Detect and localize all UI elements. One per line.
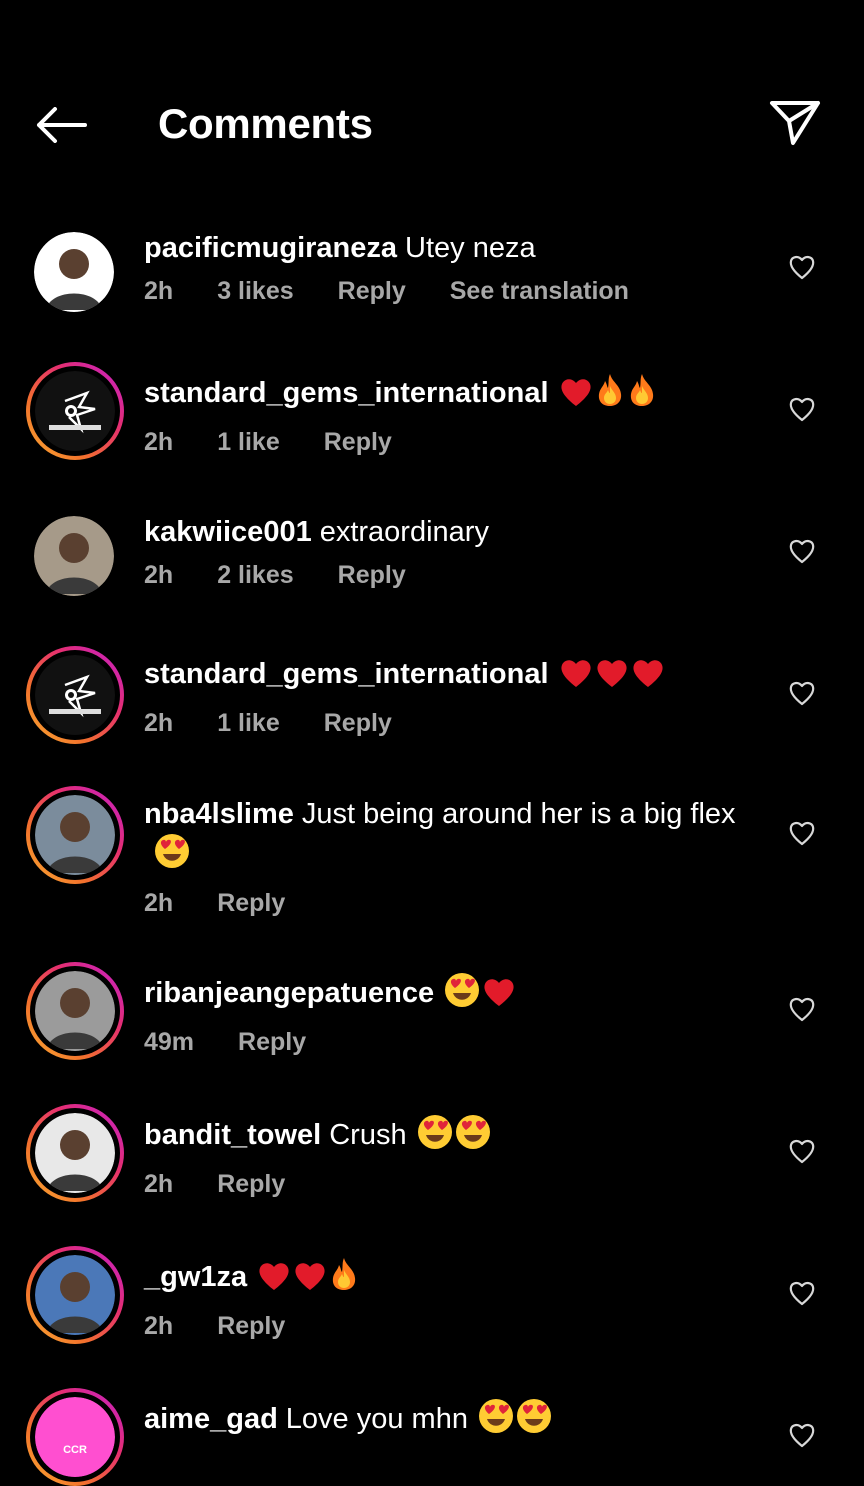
heart-emoji-icon <box>293 1260 327 1302</box>
comment-text: Love you mhn <box>285 1403 468 1435</box>
avatar[interactable] <box>34 516 114 596</box>
comment-text-line: _gw1za <box>144 1256 744 1302</box>
avatar[interactable]: CCR <box>26 1388 124 1486</box>
comment-username[interactable]: nba4lslime <box>144 798 294 830</box>
fire-emoji-icon <box>595 372 625 418</box>
avatar[interactable] <box>26 646 124 744</box>
comment-username[interactable]: pacificmugiraneza <box>144 232 397 264</box>
heart-emoji-icon <box>559 376 593 418</box>
comment-username[interactable]: _gw1za <box>144 1261 247 1293</box>
avatar[interactable] <box>34 232 114 312</box>
reply-button[interactable]: Reply <box>338 277 406 306</box>
avatar[interactable] <box>26 786 124 884</box>
comment-timestamp: 2h <box>144 1312 174 1340</box>
heart-eyes-emoji-icon <box>417 1114 453 1160</box>
like-heart-icon[interactable] <box>788 680 816 708</box>
fire-emoji-icon <box>329 1256 359 1302</box>
comment-meta: 2h 1 like Reply <box>144 709 744 738</box>
comment-timestamp: 2h <box>144 709 174 737</box>
comment-timestamp: 2h <box>144 1170 174 1198</box>
reply-button[interactable]: Reply <box>238 1028 306 1057</box>
fire-emoji-icon <box>627 372 657 418</box>
comment-username[interactable]: standard_gems_international <box>144 377 549 409</box>
reply-button[interactable]: Reply <box>324 428 392 457</box>
comment-username[interactable]: aime_gad <box>144 1403 278 1435</box>
like-heart-icon[interactable] <box>788 396 816 424</box>
like-heart-icon[interactable] <box>788 1138 816 1166</box>
comment-username[interactable]: kakwiice001 <box>144 516 312 548</box>
like-heart-icon[interactable] <box>788 254 816 282</box>
comment-username[interactable]: bandit_towel <box>144 1119 321 1151</box>
comment-body: aime_gad Love you mhn <box>144 1398 744 1444</box>
comment-body: nba4lslime Just being around her is a big… <box>144 796 744 918</box>
comment-meta: 2h 2 likes Reply <box>144 561 744 590</box>
avatar[interactable] <box>26 962 124 1060</box>
like-heart-icon[interactable] <box>788 820 816 848</box>
comment-text-line: pacificmugiraneza Utey neza <box>144 230 744 267</box>
comment-text-line: aime_gad Love you mhn <box>144 1398 744 1444</box>
comment-meta: 2h 1 like Reply <box>144 428 744 457</box>
comment-body: bandit_towel Crush 2h Reply <box>144 1114 744 1199</box>
comment-text: extraordinary <box>319 516 489 548</box>
comment-like-count[interactable]: 3 likes <box>217 277 293 306</box>
comment-body: ribanjeangepatuence 49m Reply <box>144 972 744 1057</box>
like-heart-icon[interactable] <box>788 1280 816 1308</box>
heart-eyes-emoji-icon <box>154 833 190 879</box>
comment-body: kakwiice001 extraordinary 2h 2 likes Reply <box>144 514 744 590</box>
comment-text-line: ribanjeangepatuence <box>144 972 744 1018</box>
comment-text: Just being around her is a big flex <box>301 798 736 830</box>
comment-body: standard_gems_international 2h 1 like Reply <box>144 372 744 457</box>
comment-like-count[interactable]: 1 like <box>217 428 280 457</box>
see-translation-link[interactable]: See translation <box>450 277 629 306</box>
like-heart-icon[interactable] <box>788 996 816 1024</box>
comment-text: Utey neza <box>405 232 536 264</box>
heart-emoji-icon <box>257 1260 291 1302</box>
comment-body: pacificmugiraneza Utey neza 2h 3 likes Reply… <box>144 230 744 306</box>
comment-timestamp: 49m <box>144 1028 195 1056</box>
comment-like-count[interactable]: 1 like <box>217 709 280 738</box>
comment-text-line: standard_gems_international <box>144 656 744 699</box>
comment-timestamp: 2h <box>144 277 174 305</box>
reply-button[interactable]: Reply <box>217 889 285 918</box>
heart-eyes-emoji-icon <box>478 1398 514 1444</box>
comment-text-line: standard_gems_international <box>144 372 744 418</box>
heart-eyes-emoji-icon <box>444 972 480 1018</box>
heart-emoji-icon <box>559 657 593 699</box>
like-heart-icon[interactable] <box>788 538 816 566</box>
comment-body: standard_gems_international 2h 1 like Reply <box>144 656 744 738</box>
comment-meta: 2h Reply <box>144 1312 744 1341</box>
comment-meta: 2h Reply <box>144 1170 744 1199</box>
comment-username[interactable]: ribanjeangepatuence <box>144 977 434 1009</box>
comment-text: Crush <box>329 1119 407 1151</box>
comment-timestamp: 2h <box>144 428 174 456</box>
heart-emoji-icon <box>631 657 665 699</box>
comment-text-line: kakwiice001 extraordinary <box>144 514 744 551</box>
heart-eyes-emoji-icon <box>455 1114 491 1160</box>
comment-meta: 2h Reply <box>144 889 744 918</box>
comment-username[interactable]: standard_gems_international <box>144 658 549 690</box>
heart-emoji-icon <box>595 657 629 699</box>
avatar-label: CCR <box>63 1444 87 1456</box>
avatar[interactable] <box>26 1246 124 1344</box>
comment-timestamp: 2h <box>144 889 174 917</box>
comment-meta: 49m Reply <box>144 1028 744 1057</box>
reply-button[interactable]: Reply <box>217 1312 285 1341</box>
comments-list: pacificmugiraneza Utey neza 2h 3 likes Reply… <box>0 0 864 1486</box>
comment-text-line: bandit_towel Crush <box>144 1114 744 1160</box>
reply-button[interactable]: Reply <box>324 709 392 738</box>
comment-meta: 2h 3 likes Reply See translation <box>144 277 744 306</box>
comment-like-count[interactable]: 2 likes <box>217 561 293 590</box>
reply-button[interactable]: Reply <box>217 1170 285 1199</box>
comment-body: _gw1za 2h Reply <box>144 1256 744 1341</box>
heart-emoji-icon <box>482 976 516 1018</box>
comment-text-line: nba4lslime Just being around her is a big… <box>144 796 744 879</box>
avatar[interactable] <box>26 1104 124 1202</box>
heart-eyes-emoji-icon <box>516 1398 552 1444</box>
like-heart-icon[interactable] <box>788 1422 816 1450</box>
comment-timestamp: 2h <box>144 561 174 589</box>
avatar[interactable] <box>26 362 124 460</box>
reply-button[interactable]: Reply <box>338 561 406 590</box>
